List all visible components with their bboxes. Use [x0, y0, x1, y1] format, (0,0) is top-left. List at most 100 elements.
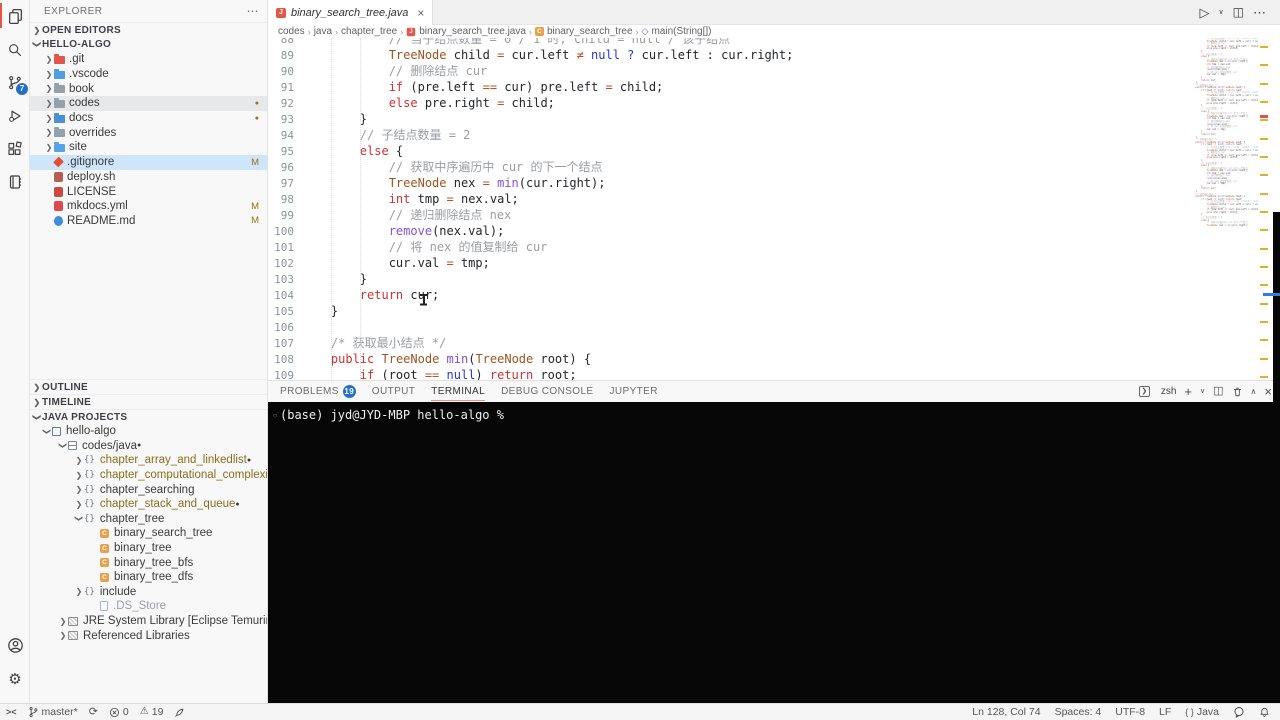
status-eol[interactable]: LF — [1159, 706, 1171, 718]
terminal-dropdown-icon[interactable]: ∨ — [1200, 388, 1205, 395]
item-label: binary_tree — [114, 542, 172, 554]
token: nex — [447, 176, 483, 190]
jp-item-helloalgo[interactable]: ❯hello-algo — [30, 424, 267, 439]
status-notifications[interactable] — [1259, 706, 1270, 718]
panel-tab-terminal[interactable]: TERMINAL — [431, 381, 485, 402]
terminal[interactable]: ○ (base) jyd@JYD-MBP hello-algo % — [268, 402, 1280, 703]
breadcrumb-item[interactable]: codes — [278, 26, 305, 37]
status-indentation[interactable]: Spaces: 4 — [1055, 706, 1102, 718]
account-button[interactable] — [0, 629, 30, 662]
settings-gear-button[interactable]: ⚙ — [0, 662, 30, 695]
panel-tab-problems[interactable]: PROBLEMS19 — [280, 381, 356, 402]
close-icon[interactable]: × — [417, 6, 424, 20]
status-feedback[interactable] — [1233, 706, 1245, 718]
status-errors[interactable]: 0 — [109, 706, 129, 718]
panel-tab-jupyter[interactable]: JUPYTER — [610, 381, 658, 402]
explorer-button[interactable] — [0, 0, 30, 33]
code-editor[interactable]: 88 // 当子结点数量 = 0 / 1 时, child = null / 该… — [268, 38, 1280, 380]
explorer-item-vscode[interactable]: ❯.vscode — [30, 67, 267, 82]
minimap-line: TreeNode nex = min(cur.right); — [1190, 225, 1258, 228]
breadcrumb-item[interactable]: java — [314, 26, 332, 37]
close-panel-icon[interactable]: × — [1264, 385, 1272, 398]
explorer-item-git[interactable]: ❯.git — [30, 52, 267, 67]
split-editor-icon[interactable]: ◫ — [1233, 6, 1244, 18]
status-sync[interactable]: ⟳ — [89, 707, 98, 718]
search-button[interactable] — [0, 33, 30, 66]
section-label: HELLO-ALGO — [42, 39, 111, 50]
jp-item-binary_tree[interactable]: Cbinary_tree — [30, 541, 267, 556]
chevron-right-icon: ❯ — [44, 128, 54, 137]
jp-item-chapter_searching[interactable]: ❯{}chapter_searching — [30, 482, 267, 497]
line-number: 97 — [268, 177, 294, 190]
jp-item-DS_Store[interactable]: .DS_Store — [30, 599, 267, 614]
item-label: chapter_stack_and_queue — [100, 498, 236, 510]
tab-binary-search-tree[interactable]: J binary_search_tree.java × — [268, 0, 433, 25]
file-icon — [54, 187, 63, 197]
breadcrumb-item[interactable]: Cbinary_search_tree — [535, 26, 633, 37]
jp-item-chapter_array_and_linkedlist[interactable]: ❯{}chapter_array_and_linkedlist● — [30, 453, 267, 468]
breadcrumb-item[interactable]: ◇main(String[]) — [642, 26, 712, 37]
explorer-item-gitignore[interactable]: .gitignoreM — [30, 155, 267, 170]
line-number: 106 — [268, 321, 294, 334]
status-encoding[interactable]: UTF-8 — [1115, 706, 1145, 718]
explorer-item-codes[interactable]: ❯codes● — [30, 96, 267, 111]
jp-item-codesjava[interactable]: ❯codes/java● — [30, 439, 267, 454]
code-line: 108 public TreeNode min(TreeNode root) { — [268, 351, 1280, 367]
chevron-right-icon: ❯ — [74, 456, 84, 465]
extensions-button[interactable] — [0, 132, 30, 165]
breadcrumb-item[interactable]: chapter_tree — [341, 26, 397, 37]
explorer-item-overrides[interactable]: ❯overrides — [30, 125, 267, 140]
breadcrumb-item[interactable]: Jbinary_search_tree.java — [406, 26, 526, 37]
status-git-branch[interactable]: master* — [28, 706, 78, 718]
editor-group: J binary_search_tree.java × ▷ ∨ ◫ ⋯ code… — [268, 0, 1280, 703]
explorer-item-site[interactable]: ❯site — [30, 140, 267, 155]
section-java-projects[interactable]: ❯ JAVA PROJECTS — [30, 409, 267, 424]
jp-item-chapter_stack_and_queue[interactable]: ❯{}chapter_stack_and_queue● — [30, 497, 267, 512]
jp-item-ReferencedLibraries[interactable]: ❯Referenced Libraries — [30, 628, 267, 643]
run-dropdown-icon[interactable]: ∨ — [1219, 9, 1224, 16]
jp-item-binary_tree_dfs[interactable]: Cbinary_tree_dfs — [30, 570, 267, 585]
breadcrumb-label: chapter_tree — [341, 26, 397, 37]
explorer-item-LICENSE[interactable]: LICENSE — [30, 184, 267, 199]
status-language-mode[interactable]: { }Java — [1185, 706, 1219, 718]
more-actions-icon[interactable]: ⋯ — [1253, 6, 1266, 19]
jp-item-chapter_tree[interactable]: ❯{}chapter_tree — [30, 512, 267, 527]
breadcrumb-separator: › — [335, 27, 338, 37]
minimap[interactable]: // 当子结点数量 = 0 / 1 时, child = null / 该子结点… — [1190, 38, 1258, 380]
section-outline[interactable]: ❯ OUTLINE — [30, 379, 267, 394]
section-timeline[interactable]: ❯ TIMELINE — [30, 394, 267, 409]
panel-tab-output[interactable]: OUTPUT — [372, 381, 416, 402]
status-warnings[interactable]: ⚠19 — [140, 706, 164, 718]
more-actions-icon[interactable]: ⋯ — [247, 4, 260, 18]
status-cursor-position[interactable]: Ln 128, Col 74 — [972, 706, 1040, 718]
new-terminal-button[interactable]: + — [1184, 385, 1192, 398]
section-root-folder[interactable]: ❯ HELLO-ALGO — [30, 37, 267, 52]
panel-tab-debug-console[interactable]: DEBUG CONSOLE — [501, 381, 593, 402]
explorer-item-docs[interactable]: ❯docs● — [30, 111, 267, 126]
kill-terminal-icon[interactable] — [1232, 386, 1243, 398]
jp-item-include[interactable]: ❯{}include — [30, 585, 267, 600]
maximize-panel-icon[interactable]: ∧ — [1251, 388, 1257, 396]
run-debug-button[interactable] — [0, 99, 30, 132]
jp-item-JRESystemLibraryEclipseTemurin[interactable]: ❯JRE System Library [Eclipse Temurin 17 … — [30, 614, 267, 629]
token: // 当子结点数量 = 0 / 1 时, child = null / 该子结点 — [302, 38, 730, 46]
source-control-button[interactable]: 7 — [0, 66, 30, 99]
jp-item-chapter_computational_complexi[interactable]: ❯{}chapter_computational_complexity● — [30, 468, 267, 483]
warning-mark — [1260, 284, 1268, 286]
run-button[interactable]: ▷ — [1200, 6, 1210, 19]
notebook-button[interactable] — [0, 165, 30, 198]
token: child; — [504, 96, 555, 110]
explorer-item-deploysh[interactable]: deploy.sh — [30, 170, 267, 185]
explorer-item-READMEmd[interactable]: README.mdM — [30, 214, 267, 229]
explorer-item-book[interactable]: ❯book — [30, 81, 267, 96]
section-open-editors[interactable]: ❯ OPEN EDITORS — [30, 22, 267, 37]
split-terminal-icon[interactable]: ◫ — [1213, 386, 1223, 397]
item-label: Referenced Libraries — [83, 630, 190, 642]
status-run-task[interactable] — [174, 707, 185, 718]
chevron-right-icon: ❯ — [32, 26, 42, 35]
status-remote-indicator[interactable]: >< — [6, 708, 17, 717]
explorer-item-mkdocsyml[interactable]: mkdocs.ymlM — [30, 199, 267, 214]
code-lines: 88 // 当子结点数量 = 0 / 1 时, child = null / 该… — [268, 38, 1280, 380]
jp-item-binary_search_tree[interactable]: Cbinary_search_tree — [30, 526, 267, 541]
jp-item-binary_tree_bfs[interactable]: Cbinary_tree_bfs — [30, 555, 267, 570]
